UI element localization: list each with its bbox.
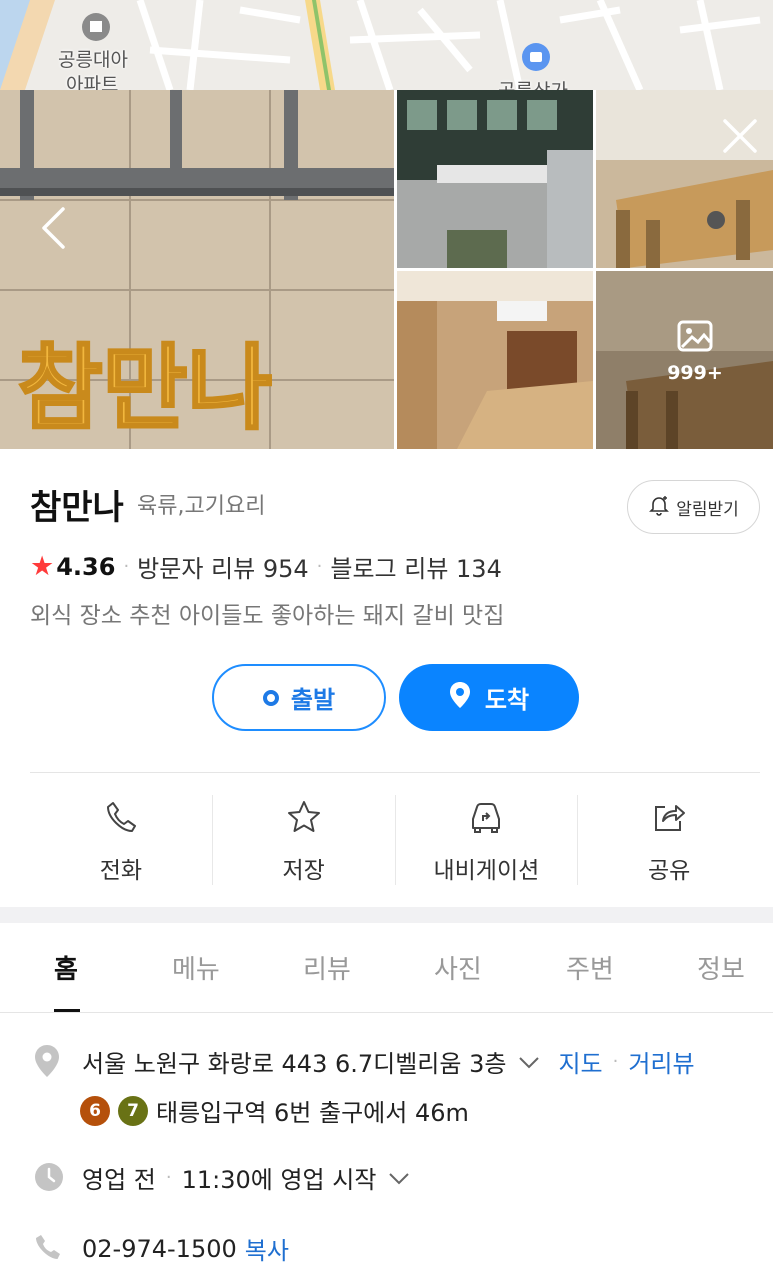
tab-photos[interactable]: 사진 <box>434 949 482 986</box>
route-end-label: 도착 <box>484 686 530 714</box>
close-icon <box>722 118 758 158</box>
image-icon <box>660 320 730 352</box>
subway-line-badge: 6 <box>80 1095 110 1126</box>
separator-dot: · <box>123 556 130 577</box>
place-category: 육류,고기요리 <box>137 494 266 519</box>
photo-count: 999+ <box>667 362 723 384</box>
share-button[interactable]: 공유 <box>578 795 760 885</box>
chevron-down-icon[interactable] <box>518 1048 540 1076</box>
map-label: 아파트 <box>66 74 119 90</box>
rating-score: 4.36 <box>56 552 116 581</box>
separator-dot: · <box>316 556 323 577</box>
photo-count-badge[interactable]: 999+ <box>660 320 730 384</box>
main-photo[interactable]: 참만나 <box>0 90 394 449</box>
map-preview[interactable]: 공릉대아 아파트 공릉상가 <box>0 0 773 90</box>
rating-row: ★ 4.36 · 방문자 리뷰 954 · 블로그 리뷰 134 <box>30 549 502 584</box>
gallery-thumbnail[interactable] <box>397 271 593 449</box>
place-description: 외식 장소 추천 아이들도 좋아하는 돼지 갈비 맛집 <box>30 603 505 629</box>
star-icon <box>286 795 322 839</box>
divider <box>30 772 760 773</box>
call-button[interactable]: 전화 <box>30 795 213 885</box>
route-start-label: 출발 <box>290 686 336 714</box>
visitor-reviews-link[interactable]: 방문자 리뷰 954 <box>137 549 308 584</box>
route-end-button[interactable]: 도착 <box>399 664 579 731</box>
action-bar: 전화 저장 내비게이션 공유 <box>30 795 760 885</box>
subway-text: 태릉입구역 6번 출구에서 46m <box>156 1099 469 1127</box>
alarm-button[interactable]: 알림받기 <box>627 480 760 534</box>
bell-icon <box>648 494 670 521</box>
share-label: 공유 <box>647 858 691 884</box>
hours-status: 영업 전 <box>82 1166 156 1194</box>
car-navigation-icon <box>467 795 505 839</box>
gallery-thumbnail[interactable] <box>397 90 593 268</box>
chevron-down-icon[interactable] <box>388 1164 410 1192</box>
hours-text: 11:30에 영업 시작 <box>181 1166 377 1194</box>
location-pin-icon <box>34 1044 60 1082</box>
tab-nearby[interactable]: 주변 <box>566 949 614 986</box>
map-link[interactable]: 지도 <box>558 1044 602 1079</box>
section-separator <box>0 907 773 923</box>
phone-number[interactable]: 02-974-1500 <box>82 1235 237 1263</box>
tab-bar: 홈 메뉴 리뷰 사진 주변 정보 <box>0 923 773 1013</box>
map-label: 공릉대아 <box>58 49 128 71</box>
active-tab-indicator <box>54 1009 80 1012</box>
origin-ring-icon <box>262 689 279 706</box>
map-label: 공릉상가 <box>498 76 568 90</box>
photo-gallery[interactable]: 참만나 999+ <box>0 90 773 449</box>
tab-reviews[interactable]: 리뷰 <box>303 949 351 986</box>
blog-reviews-link[interactable]: 블로그 리뷰 134 <box>330 549 501 584</box>
navigation-button[interactable]: 내비게이션 <box>396 795 579 885</box>
phone-icon <box>34 1233 62 1265</box>
star-rating-icon: ★ <box>30 551 55 582</box>
alarm-label: 알림받기 <box>676 499 739 520</box>
sign-text: 참만나 <box>18 335 272 442</box>
tab-info[interactable]: 정보 <box>697 949 745 986</box>
copy-phone-button[interactable]: 복사 <box>245 1231 289 1266</box>
phone-icon <box>104 795 138 839</box>
tab-home[interactable]: 홈 <box>54 949 78 986</box>
separator-dot: · <box>165 1167 172 1188</box>
save-button[interactable]: 저장 <box>213 795 396 885</box>
close-button[interactable] <box>715 113 765 163</box>
tab-menu[interactable]: 메뉴 <box>172 949 220 986</box>
save-label: 저장 <box>282 858 325 884</box>
navigation-label: 내비게이션 <box>433 858 540 884</box>
subway-line-badge: 7 <box>118 1095 148 1126</box>
clock-icon <box>34 1162 64 1196</box>
place-name: 참만나 <box>30 488 124 528</box>
address-text: 서울 노원구 화랑로 443 6.7디벨리움 3층 <box>82 1050 507 1078</box>
back-button[interactable] <box>28 205 78 255</box>
route-start-button[interactable]: 출발 <box>212 664 386 731</box>
call-label: 전화 <box>99 858 143 884</box>
share-icon <box>651 795 687 839</box>
chevron-left-icon <box>39 206 67 254</box>
street-view-link[interactable]: 거리뷰 <box>628 1044 694 1079</box>
separator-dot: · <box>612 1051 619 1072</box>
location-pin-icon <box>449 681 471 715</box>
